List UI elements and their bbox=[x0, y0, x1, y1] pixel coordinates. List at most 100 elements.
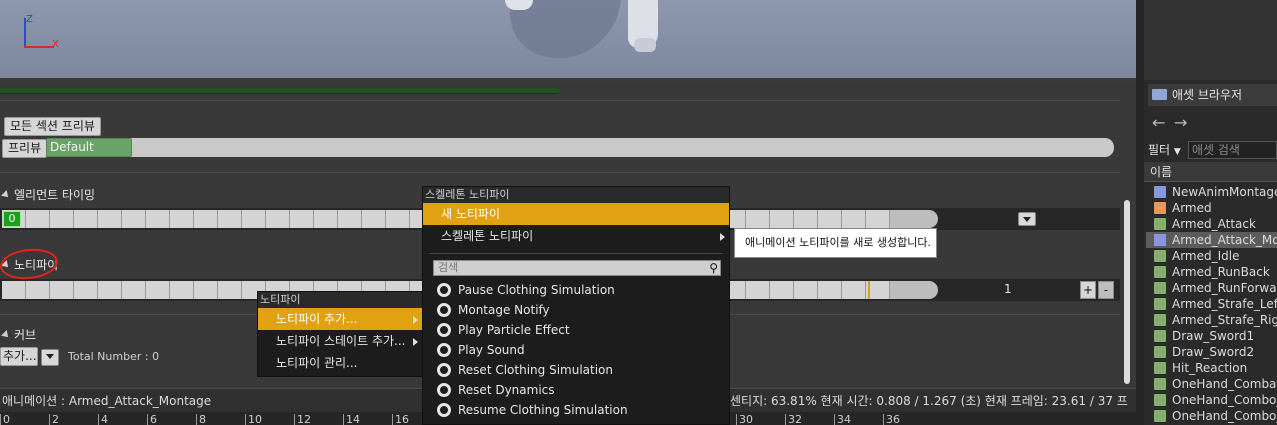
element-timing-header[interactable]: 엘리먼트 타이밍 bbox=[1, 186, 95, 203]
sequence-icon bbox=[1154, 330, 1166, 342]
track-cell[interactable] bbox=[2, 281, 26, 299]
track-cell[interactable] bbox=[218, 281, 242, 299]
asset-list-item[interactable]: Armed bbox=[1146, 200, 1277, 216]
notify-option-item[interactable]: Reset Clothing Simulation bbox=[423, 360, 729, 380]
asset-list-item[interactable]: Armed_Idle bbox=[1146, 248, 1277, 264]
track-cell[interactable] bbox=[50, 210, 74, 228]
track-cell[interactable] bbox=[98, 281, 122, 299]
sequence-icon bbox=[1154, 250, 1166, 262]
track-cell[interactable] bbox=[242, 210, 266, 228]
track-cell[interactable] bbox=[50, 281, 74, 299]
section-preview-track[interactable] bbox=[46, 138, 1114, 157]
track-cell[interactable] bbox=[266, 210, 290, 228]
track-cell[interactable] bbox=[338, 210, 362, 228]
track-cell[interactable] bbox=[794, 210, 818, 228]
preview-all-sections-button[interactable]: 모든 섹션 프리뷰 bbox=[4, 117, 101, 136]
timing-dropdown-button[interactable] bbox=[1018, 212, 1036, 226]
back-arrow-icon[interactable]: ← bbox=[1152, 113, 1165, 132]
montage-scrollbar[interactable] bbox=[1124, 200, 1130, 384]
asset-list-item[interactable]: OneHand_Combo_0 bbox=[1146, 392, 1277, 408]
asset-browser-tab[interactable]: 애셋 브라우저 bbox=[1148, 84, 1277, 106]
name-column-header[interactable]: 이름 bbox=[1144, 162, 1277, 182]
timing-marker[interactable]: 0 bbox=[3, 211, 21, 227]
track-cell[interactable] bbox=[770, 210, 794, 228]
asset-list-item[interactable]: Armed_Attack bbox=[1146, 216, 1277, 232]
radio-circle-icon bbox=[437, 343, 451, 357]
notify-menu-item[interactable]: 노티파이 스테이트 추가... bbox=[258, 330, 422, 352]
forward-arrow-icon[interactable]: → bbox=[1174, 113, 1187, 132]
track-cell[interactable] bbox=[170, 210, 194, 228]
notify-option-item[interactable]: Pause Clothing Simulation bbox=[423, 280, 729, 300]
notify-menu-item[interactable]: 노티파이 추가... bbox=[258, 308, 422, 330]
remove-track-button[interactable]: - bbox=[1098, 281, 1114, 299]
divider bbox=[0, 100, 1120, 101]
track-cell[interactable] bbox=[842, 210, 866, 228]
ruler-tick: 30 bbox=[736, 414, 753, 425]
asset-list-item[interactable]: Armed_Strafe_Right bbox=[1146, 312, 1277, 328]
preview-button[interactable]: 프리뷰 bbox=[2, 139, 48, 158]
notify-option-item[interactable]: Montage Notify bbox=[423, 300, 729, 320]
asset-list-item[interactable]: Armed_RunBack bbox=[1146, 264, 1277, 280]
track-cell[interactable] bbox=[146, 210, 170, 228]
track-cell[interactable] bbox=[74, 281, 98, 299]
track-cell[interactable] bbox=[794, 281, 818, 299]
notify-search-input[interactable]: 검색 ⚲ bbox=[433, 260, 721, 276]
preview-viewport[interactable]: Z X bbox=[0, 0, 1136, 78]
notify-option-item[interactable]: Resume Clothing Simulation bbox=[423, 400, 729, 420]
notify-option-item[interactable]: Play Sound bbox=[423, 340, 729, 360]
track-cell[interactable] bbox=[770, 281, 794, 299]
track-cell[interactable] bbox=[818, 281, 842, 299]
track-cell[interactable] bbox=[746, 281, 770, 299]
asset-list-item[interactable]: OneHand_Combat_I bbox=[1146, 376, 1277, 392]
track-cell[interactable] bbox=[146, 281, 170, 299]
track-cell[interactable] bbox=[866, 210, 890, 228]
notify-menu-item-label: 노티파이 스테이트 추가... bbox=[276, 334, 406, 348]
asset-list-item[interactable]: Draw_Sword1 bbox=[1146, 328, 1277, 344]
track-cell[interactable] bbox=[194, 281, 218, 299]
track-cell[interactable] bbox=[170, 281, 194, 299]
track-cell[interactable] bbox=[98, 210, 122, 228]
notify-menu-item[interactable]: 노티파이 관리... bbox=[258, 352, 422, 374]
add-track-button[interactable]: + bbox=[1080, 281, 1096, 299]
track-cell[interactable] bbox=[74, 210, 98, 228]
track-cell[interactable] bbox=[818, 210, 842, 228]
notify-option-item[interactable]: Reset Dynamics bbox=[423, 380, 729, 400]
track-cell[interactable] bbox=[290, 210, 314, 228]
track-cell[interactable] bbox=[386, 210, 410, 228]
curve-header[interactable]: 커브 bbox=[1, 326, 36, 343]
track-cell[interactable] bbox=[122, 210, 146, 228]
notify-option-item[interactable]: Play Particle Effect bbox=[423, 320, 729, 340]
default-section[interactable]: Default bbox=[46, 138, 132, 157]
asset-search-input[interactable]: 애셋 검색 bbox=[1188, 141, 1277, 159]
track-cell[interactable] bbox=[122, 281, 146, 299]
track-cell[interactable] bbox=[746, 210, 770, 228]
track-cell[interactable] bbox=[26, 210, 50, 228]
asset-list-item[interactable]: OneHand_Combo_0 bbox=[1146, 408, 1277, 424]
asset-list-item[interactable]: NewAnimMontage bbox=[1146, 184, 1277, 200]
track-cell[interactable] bbox=[842, 281, 866, 299]
track-cell[interactable] bbox=[194, 210, 218, 228]
asset-list-item[interactable]: Armed_Attack_Montage bbox=[1146, 232, 1277, 248]
asset-label: OneHand_Combo_0 bbox=[1172, 393, 1277, 407]
filter-button[interactable]: 필터 ▼ bbox=[1148, 140, 1186, 160]
asset-list-item[interactable]: Draw_Sword2 bbox=[1146, 344, 1277, 360]
panel-splitter[interactable] bbox=[1136, 0, 1144, 425]
track-cell[interactable] bbox=[362, 210, 386, 228]
track-cell[interactable] bbox=[218, 210, 242, 228]
asset-label: Armed_RunBack bbox=[1172, 265, 1270, 279]
asset-list-item[interactable]: Armed_Strafe_Left bbox=[1146, 296, 1277, 312]
track-cell[interactable] bbox=[26, 281, 50, 299]
track-cell[interactable] bbox=[314, 210, 338, 228]
total-number-label: Total Number : 0 bbox=[68, 350, 160, 363]
asset-list-item[interactable]: Hit_Reaction bbox=[1146, 360, 1277, 376]
asset-label: Draw_Sword2 bbox=[1172, 345, 1255, 359]
sequence-icon bbox=[1154, 410, 1166, 422]
skeleton-notify-item[interactable]: 스켈레톤 노티파이 bbox=[423, 225, 729, 247]
add-curve-dropdown[interactable] bbox=[41, 349, 59, 366]
menu-divider bbox=[429, 253, 723, 254]
new-notify-item[interactable]: 새 노티파이 bbox=[423, 203, 729, 225]
asset-list-item[interactable]: Armed_RunForward bbox=[1146, 280, 1277, 296]
playhead-marker[interactable] bbox=[868, 281, 870, 299]
sequence-icon bbox=[1154, 218, 1166, 230]
add-curve-button[interactable]: 추가... bbox=[0, 347, 38, 366]
